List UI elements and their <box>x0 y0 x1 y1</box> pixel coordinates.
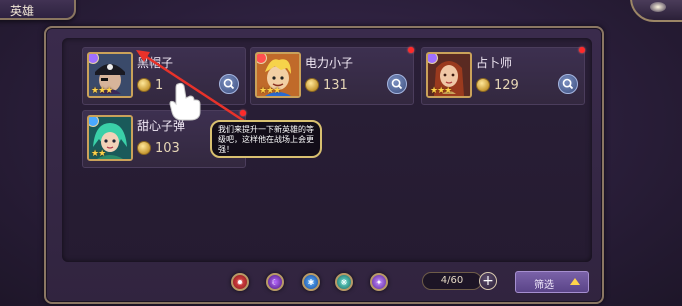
magnifier-icon <box>562 78 574 90</box>
power-coin-icon <box>476 78 490 92</box>
tutorial-bubble: 我们来提升一下新英雄的等级吧，这样他在战场上会更强！ <box>210 120 322 158</box>
page-title: 英雄 <box>10 4 35 18</box>
element-badge <box>89 54 99 64</box>
hero-portrait: ★★★ <box>255 52 301 98</box>
triangle-up-icon <box>570 278 580 285</box>
power-coin-icon <box>137 141 151 155</box>
inspect-button[interactable] <box>558 74 578 94</box>
hero-card-3[interactable]: ★★★ 占卜师 129 <box>421 47 585 105</box>
dark-element-filter[interactable]: ☾ <box>266 273 284 291</box>
hero-power: 131 <box>323 78 348 93</box>
light-element-icon: ✦ <box>375 277 383 287</box>
hero-capacity: 4/60 <box>422 272 482 290</box>
power-coin-icon <box>305 78 319 92</box>
corner-ornament <box>630 0 682 22</box>
add-capacity-button[interactable]: + <box>479 272 497 290</box>
water-element-filter[interactable]: ✱ <box>302 273 320 291</box>
notification-dot <box>240 110 246 116</box>
hero-name: 占卜师 <box>476 56 513 70</box>
hero-portrait: ★★★ <box>87 52 133 98</box>
notification-dot <box>408 47 414 53</box>
filter-button[interactable]: 筛选 <box>515 271 589 293</box>
fire-element-filter[interactable]: ✹ <box>231 273 249 291</box>
hero-power: 129 <box>494 78 519 93</box>
light-glow-icon <box>650 2 666 12</box>
pointing-hand-icon <box>164 80 206 122</box>
nature-element-filter[interactable]: ❋ <box>335 273 353 291</box>
element-badge <box>257 54 267 64</box>
element-badge <box>428 54 438 64</box>
magnifier-icon <box>391 78 403 90</box>
star-rating: ★★★ <box>91 86 113 96</box>
hero-power: 103 <box>155 141 180 156</box>
hero-power: 1 <box>155 78 164 93</box>
dark-element-icon: ☾ <box>271 277 279 287</box>
filter-label: 筛选 <box>534 280 554 291</box>
element-badge <box>89 117 99 127</box>
hero-name: 电力小子 <box>305 56 354 70</box>
notification-dot <box>579 47 585 53</box>
star-rating: ★★★ <box>259 86 281 96</box>
power-coin-icon <box>137 78 151 92</box>
water-element-icon: ✱ <box>307 277 315 287</box>
fire-element-icon: ✹ <box>236 277 244 287</box>
title-tab: 英雄 <box>0 0 76 20</box>
hero-portrait: ★★★ <box>426 52 472 98</box>
star-rating: ★★★ <box>430 86 452 96</box>
light-element-filter[interactable]: ✦ <box>370 273 388 291</box>
nature-element-icon: ❋ <box>340 277 348 287</box>
magnifier-icon <box>223 78 235 90</box>
inspect-button[interactable] <box>387 74 407 94</box>
inspect-button[interactable] <box>219 74 239 94</box>
hero-card-2[interactable]: ★★★ 电力小子 131 <box>250 47 414 105</box>
hero-portrait: ★★ <box>87 115 133 161</box>
star-rating: ★★ <box>91 149 106 159</box>
hero-name: 黑帽子 <box>137 56 174 70</box>
capacity-count: 4/60 <box>440 275 464 286</box>
